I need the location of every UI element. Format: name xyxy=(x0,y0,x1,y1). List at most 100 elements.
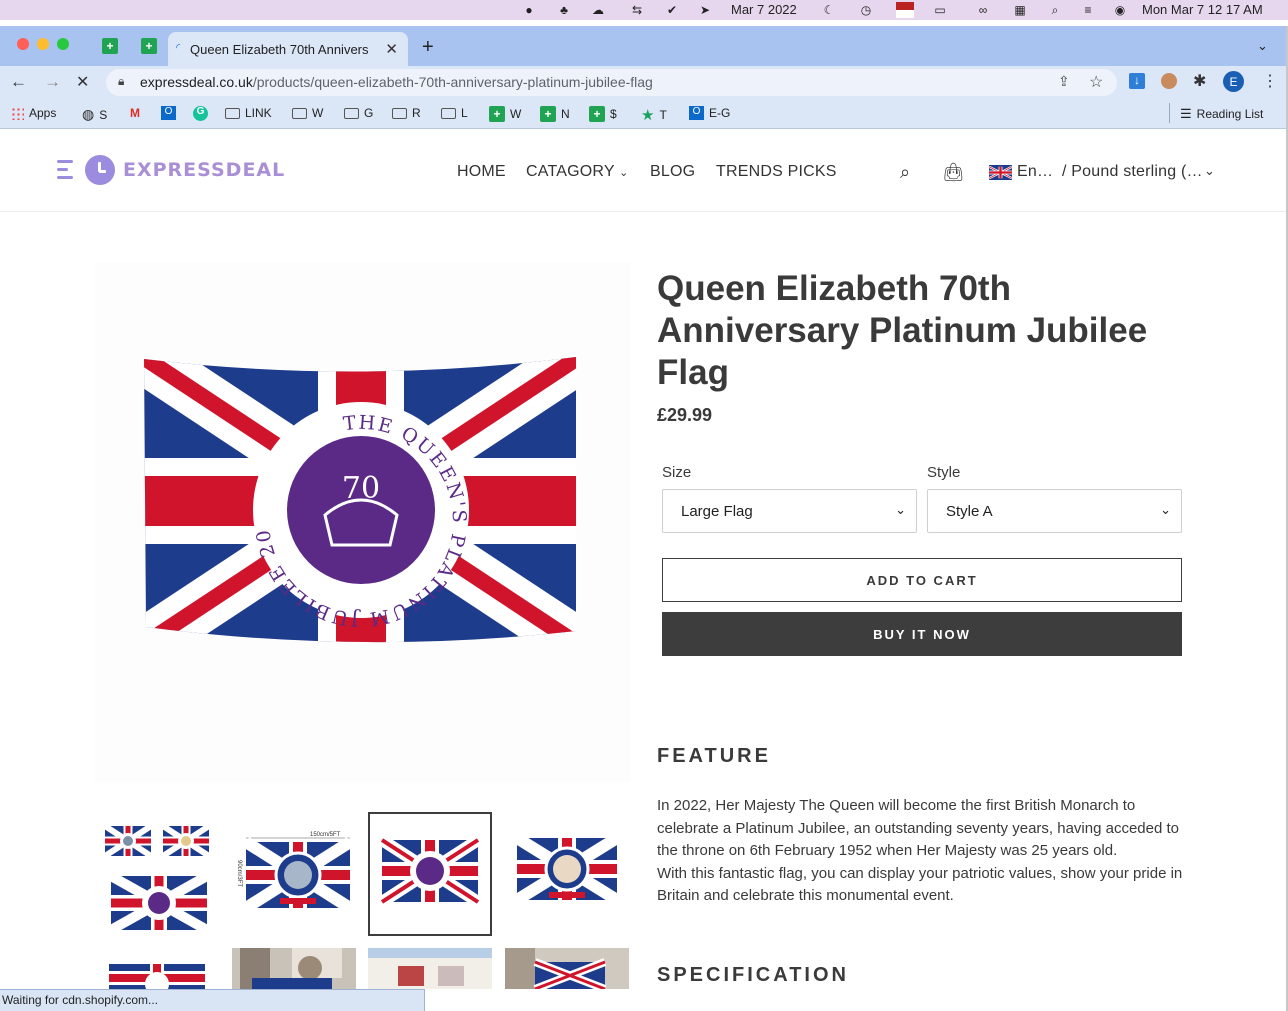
new-tab-button[interactable]: + xyxy=(422,36,434,59)
bookmark-folder-l[interactable]: L xyxy=(441,106,468,120)
tab-close-icon[interactable]: ✕ xyxy=(385,40,398,58)
back-button[interactable]: ← xyxy=(10,72,27,92)
sheets-icon: + xyxy=(489,106,505,122)
thumbnail-5[interactable] xyxy=(97,948,221,989)
bookmark-t[interactable]: ★ T xyxy=(641,106,667,124)
window-close-button[interactable] xyxy=(17,38,29,50)
control-center-icon[interactable]: ≡ xyxy=(1080,2,1096,18)
bookmark-s[interactable]: ◍ S xyxy=(82,106,107,123)
mini-flag xyxy=(103,823,153,859)
thumbnail-6[interactable] xyxy=(232,948,356,989)
nav-trends-picks[interactable]: TRENDS PICKS xyxy=(716,163,837,181)
pinned-tab-sheets-icon[interactable]: + xyxy=(141,38,157,54)
teamviewer-icon[interactable]: ⇆ xyxy=(629,2,645,18)
spotlight-search-icon[interactable]: ⌕ xyxy=(1047,2,1063,18)
gmail-icon: M xyxy=(130,106,140,120)
share-icon[interactable]: ⇪ xyxy=(1058,73,1070,90)
thumbnail-2[interactable]: 150cm/5FT 90cm/3FT xyxy=(232,812,356,936)
ghost-app-icon[interactable]: ♣ xyxy=(556,2,572,18)
forward-button[interactable]: → xyxy=(44,72,61,92)
thumbnail-4[interactable] xyxy=(505,812,629,936)
bookmark-outlook[interactable]: O xyxy=(161,106,176,120)
window-minimize-button[interactable] xyxy=(37,38,49,50)
thumbnail-8[interactable] xyxy=(505,948,629,989)
folder-icon xyxy=(292,107,307,119)
bookmark-grammarly[interactable]: G xyxy=(193,106,208,121)
window-zoom-button[interactable] xyxy=(57,38,69,50)
style-label: Style xyxy=(927,464,961,481)
bookmark-e-g[interactable]: O E-G xyxy=(689,106,730,120)
tab-active[interactable]: ◜ Queen Elizabeth 70th Annivers ✕ xyxy=(168,32,408,66)
bookmark-folder-g[interactable]: G xyxy=(344,106,373,120)
reading-list-button[interactable]: ☰ Reading List xyxy=(1180,106,1263,122)
feature-paragraph-2: With this fantastic flag, you can displa… xyxy=(657,864,1183,905)
bookmark-gmail[interactable]: M xyxy=(130,106,140,120)
nav-blog[interactable]: BLOG xyxy=(650,163,695,181)
size-select[interactable]: Large Flag ⌄ xyxy=(662,489,917,533)
extensions-puzzle-icon[interactable]: ✱ xyxy=(1193,71,1206,91)
nav-home[interactable]: HOME xyxy=(457,163,506,181)
navigation-app-icon[interactable]: ➤ xyxy=(697,2,713,18)
url-text[interactable]: expressdeal.co.uk/products/queen-elizabe… xyxy=(140,74,653,90)
pinned-tab-sheets-icon[interactable]: + xyxy=(102,38,118,54)
battery-icon[interactable]: ▭ xyxy=(932,2,948,18)
uk-flag-icon xyxy=(989,165,1012,180)
sheets-icon: + xyxy=(589,106,605,122)
reading-list-icon: ☰ xyxy=(1180,106,1192,121)
thumbnail-1[interactable] xyxy=(97,812,221,936)
bookmark-sheet-dollar[interactable]: + $ xyxy=(589,106,617,122)
tab-search-chevron-icon[interactable]: ⌄ xyxy=(1257,38,1268,54)
locale-chevron-icon[interactable]: ⌄ xyxy=(1204,163,1215,179)
site-logo[interactable]: EXPRESSDEAL xyxy=(57,155,285,185)
bookmark-star-icon[interactable]: ☆ xyxy=(1089,72,1103,92)
profile-avatar[interactable]: E xyxy=(1223,71,1244,92)
locale-language[interactable]: En… xyxy=(1017,163,1053,181)
menubar-date[interactable]: Mar 7 2022 xyxy=(731,2,797,17)
feature-heading: FEATURE xyxy=(657,745,771,767)
cart-icon[interactable]: 👜︎ xyxy=(942,162,965,183)
download-extension-icon[interactable]: ↓ xyxy=(1129,73,1145,89)
search-icon[interactable]: ⌕ xyxy=(900,162,910,183)
stop-loading-button[interactable]: ✕ xyxy=(76,72,89,92)
time-machine-icon[interactable]: ◷ xyxy=(858,2,874,18)
folder-icon xyxy=(392,107,407,119)
style-select-value: Style A xyxy=(946,502,993,520)
bookmark-sheet-n[interactable]: + N xyxy=(540,106,570,122)
menubar-clock[interactable]: Mon Mar 7 12 17 AM xyxy=(1142,2,1263,17)
bookmark-folder-w[interactable]: W xyxy=(292,106,323,120)
product-title: Queen Elizabeth 70th Anniversary Platinu… xyxy=(657,269,1148,392)
siri-icon[interactable]: ◉ xyxy=(1112,2,1128,18)
apps-grid-icon xyxy=(11,106,24,120)
locale-currency[interactable]: / Pound sterling (… xyxy=(1062,163,1203,181)
chevron-down-icon: ⌄ xyxy=(1160,502,1171,517)
thumb-dimension-side-label: 90cm/3FT xyxy=(236,860,242,887)
bookmark-folder-link[interactable]: LINK xyxy=(225,106,272,120)
line-app-icon[interactable]: ● xyxy=(521,2,537,18)
folder-icon xyxy=(225,107,240,119)
bookmark-sheet-w[interactable]: + W xyxy=(489,106,521,122)
link-icon[interactable]: ∞ xyxy=(975,2,991,18)
moon-icon[interactable]: ☾ xyxy=(821,2,837,18)
style-select[interactable]: Style A ⌄ xyxy=(927,489,1182,533)
folder-icon xyxy=(441,107,456,119)
avatar-extension-icon[interactable] xyxy=(1161,73,1177,89)
macos-menubar: ● ♣ ☁ ⇆ ✔ ➤ Mar 7 2022 ☾ ◷ ▭ ∞ ▦ ⌕ ≡ ◉ M… xyxy=(0,0,1288,20)
feature-paragraph-1: In 2022, Her Majesty The Queen will beco… xyxy=(657,797,1179,860)
wechat-icon[interactable]: ☁ xyxy=(590,2,606,18)
keyboard-icon[interactable]: ▦ xyxy=(1012,2,1028,18)
bookmark-folder-r[interactable]: R xyxy=(392,106,421,120)
tab-title: Queen Elizabeth 70th Annivers xyxy=(190,41,369,57)
chrome-menu-icon[interactable]: ⋮ xyxy=(1262,71,1278,91)
size-label: Size xyxy=(662,464,692,481)
bookmark-apps[interactable]: Apps xyxy=(11,106,56,120)
nav-category[interactable]: CATAGORY ⌄ xyxy=(526,163,629,181)
checkmark-app-icon[interactable]: ✔ xyxy=(664,2,680,18)
us-flag-input-icon[interactable] xyxy=(896,2,914,18)
add-to-cart-button[interactable]: ADD TO CART xyxy=(662,558,1182,602)
lock-icon[interactable]: 🔒︎ xyxy=(118,74,124,89)
logo-clock-icon xyxy=(85,155,115,185)
thumbnail-3-selected[interactable] xyxy=(368,812,492,936)
thumbnail-7[interactable] xyxy=(368,948,492,989)
product-main-image[interactable]: 70 THE QUEEN'S PLATINUM JUBILEE 2022 xyxy=(140,355,582,647)
buy-it-now-button[interactable]: BUY IT NOW xyxy=(662,612,1182,656)
